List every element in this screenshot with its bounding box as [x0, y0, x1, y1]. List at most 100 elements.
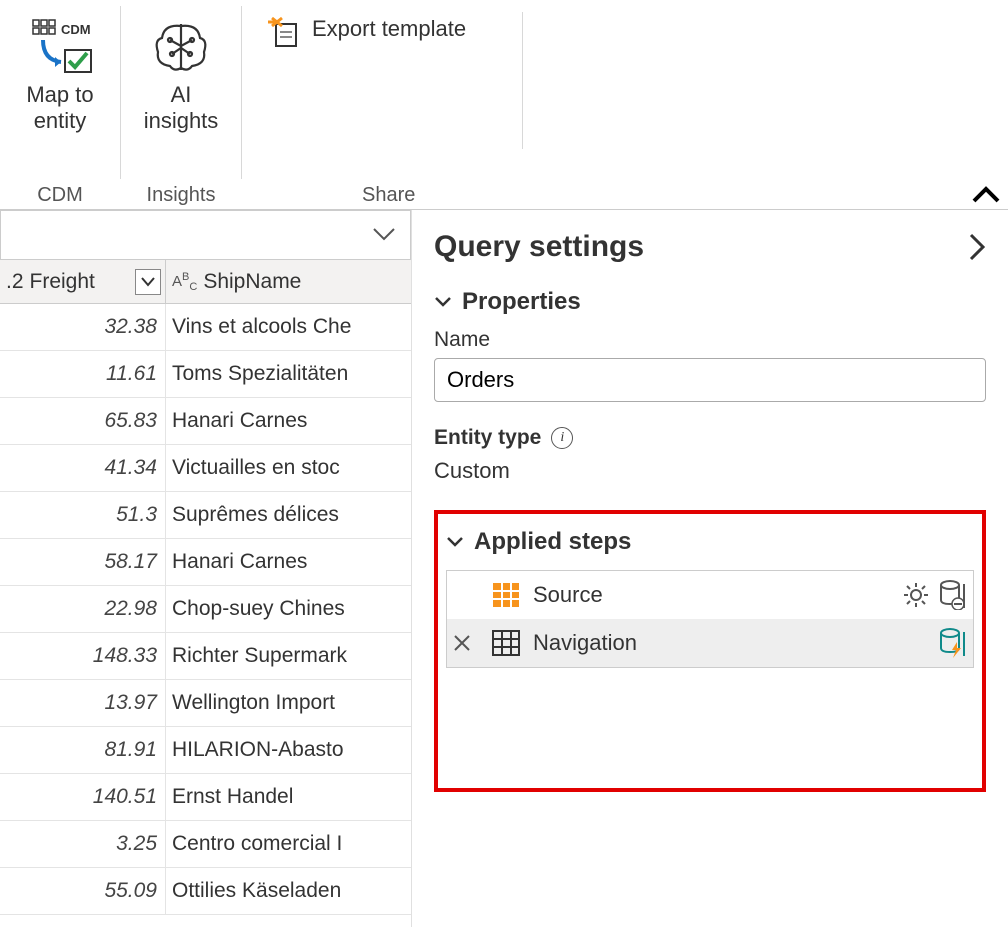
step-label: Source — [533, 582, 893, 608]
cell-shipname[interactable]: Richter Supermark — [166, 633, 411, 679]
cell-freight[interactable]: 3.25 — [0, 821, 166, 867]
entity-type-value: Custom — [434, 458, 986, 484]
ribbon-group-cdm: CDM Map to entity CDM — [0, 0, 120, 209]
gear-icon[interactable] — [903, 582, 929, 608]
body: .2 Freight ABC ShipName 32.38Vins et alc… — [0, 210, 1008, 927]
table-row[interactable]: 3.25Centro comercial I — [0, 821, 411, 868]
map-to-entity-button[interactable]: CDM Map to entity — [10, 6, 110, 137]
info-icon[interactable]: i — [551, 427, 573, 449]
cell-freight[interactable]: 148.33 — [0, 633, 166, 679]
table-row[interactable]: 81.91HILARION-Abasto — [0, 727, 411, 774]
cdm-icon: CDM — [26, 8, 94, 76]
table-row[interactable]: 51.3Suprêmes délices — [0, 492, 411, 539]
query-settings-pane: Query settings Properties Name Entity ty… — [412, 210, 1008, 927]
applied-steps-header[interactable]: Applied steps — [446, 528, 974, 556]
chevron-down-icon — [434, 296, 452, 308]
entity-type-label: Entity type — [434, 426, 541, 450]
cell-freight[interactable]: 58.17 — [0, 539, 166, 585]
step-label: Navigation — [533, 630, 929, 656]
cell-shipname[interactable]: Hanari Carnes — [166, 539, 411, 585]
cell-shipname[interactable]: Wellington Import — [166, 680, 411, 726]
delete-step-icon[interactable] — [453, 634, 479, 652]
cell-freight[interactable]: 41.34 — [0, 445, 166, 491]
column-header-shipname[interactable]: ABC ShipName — [166, 260, 411, 303]
cell-freight[interactable]: 65.83 — [0, 398, 166, 444]
table-row[interactable]: 140.51Ernst Handel — [0, 774, 411, 821]
table-row[interactable]: 58.17Hanari Carnes — [0, 539, 411, 586]
grid-body[interactable]: 32.38Vins et alcools Che11.61Toms Spezia… — [0, 304, 411, 927]
chevron-down-icon[interactable] — [372, 227, 396, 243]
query-name-input[interactable] — [434, 358, 986, 402]
cell-shipname[interactable]: Toms Spezialitäten — [166, 351, 411, 397]
ribbon-group-label-cdm: CDM — [0, 184, 120, 207]
cell-shipname[interactable]: Suprêmes délices — [166, 492, 411, 538]
brain-icon — [147, 8, 215, 76]
column-header-freight[interactable]: .2 Freight — [0, 260, 166, 303]
col-shipname-label: ShipName — [203, 270, 301, 294]
type-text-icon: ABC — [172, 271, 197, 293]
ribbon-group-share: Export template Share — [242, 0, 1008, 209]
svg-text:CDM: CDM — [61, 22, 91, 37]
ribbon: CDM Map to entity CDM — [0, 0, 1008, 210]
col-freight-prefix: .2 — [6, 270, 24, 294]
table-row[interactable]: 13.97Wellington Import — [0, 680, 411, 727]
cell-freight[interactable]: 11.61 — [0, 351, 166, 397]
export-template-button[interactable]: Export template — [252, 6, 482, 58]
table-row[interactable]: 32.38Vins et alcools Che — [0, 304, 411, 351]
cell-shipname[interactable]: Vins et alcools Che — [166, 304, 411, 350]
map-to-entity-label: Map to entity — [26, 82, 93, 135]
cell-freight[interactable]: 51.3 — [0, 492, 166, 538]
cell-freight[interactable]: 13.97 — [0, 680, 166, 726]
data-grid: .2 Freight ABC ShipName 32.38Vins et alc… — [0, 260, 411, 927]
ribbon-separator — [522, 12, 523, 149]
cell-shipname[interactable]: Chop-suey Chines — [166, 586, 411, 632]
name-label: Name — [434, 328, 986, 352]
applied-step-row[interactable]: Source — [447, 571, 973, 619]
table-row[interactable]: 55.09Ottilies Käseladen — [0, 868, 411, 915]
grid-header: .2 Freight ABC ShipName — [0, 260, 411, 304]
export-template-icon — [268, 16, 300, 48]
properties-label: Properties — [462, 288, 581, 316]
export-template-label: Export template — [312, 16, 466, 42]
properties-section-header[interactable]: Properties — [434, 288, 986, 316]
applied-steps-highlight: Applied steps Source Navigation — [434, 510, 986, 792]
ribbon-group-label-insights: Insights — [121, 184, 241, 207]
table-icon — [489, 630, 523, 656]
cell-shipname[interactable]: HILARION-Abasto — [166, 727, 411, 773]
database-minus-icon[interactable] — [939, 580, 965, 610]
cell-shipname[interactable]: Ottilies Käseladen — [166, 868, 411, 914]
applied-steps-list: Source Navigation — [446, 570, 974, 668]
col-freight-label: Freight — [30, 270, 95, 294]
cell-shipname[interactable]: Ernst Handel — [166, 774, 411, 820]
chevron-right-icon[interactable] — [968, 233, 986, 261]
cell-freight[interactable]: 32.38 — [0, 304, 166, 350]
cell-shipname[interactable]: Centro comercial I — [166, 821, 411, 867]
ribbon-group-label-share: Share — [362, 184, 415, 207]
collapse-ribbon-icon[interactable] — [972, 185, 1000, 205]
formula-bar[interactable] — [0, 210, 411, 260]
query-settings-title: Query settings — [434, 230, 644, 264]
step-actions — [903, 580, 965, 610]
table-row[interactable]: 22.98Chop-suey Chines — [0, 586, 411, 633]
applied-step-row[interactable]: Navigation — [447, 619, 973, 667]
cell-freight[interactable]: 140.51 — [0, 774, 166, 820]
cell-freight[interactable]: 55.09 — [0, 868, 166, 914]
table-row[interactable]: 65.83Hanari Carnes — [0, 398, 411, 445]
applied-steps-label: Applied steps — [474, 528, 631, 556]
database-bolt-icon[interactable] — [939, 628, 965, 658]
cell-shipname[interactable]: Hanari Carnes — [166, 398, 411, 444]
table-orange-icon — [489, 582, 523, 608]
table-row[interactable]: 41.34Victuailles en stoc — [0, 445, 411, 492]
ai-insights-label: AI insights — [144, 82, 219, 135]
table-row[interactable]: 148.33Richter Supermark — [0, 633, 411, 680]
chevron-down-icon — [446, 536, 464, 548]
ribbon-group-insights: AI insights Insights — [121, 0, 241, 209]
column-filter-button[interactable] — [135, 269, 161, 295]
ai-insights-button[interactable]: AI insights — [131, 6, 231, 137]
cell-freight[interactable]: 22.98 — [0, 586, 166, 632]
cell-freight[interactable]: 81.91 — [0, 727, 166, 773]
entity-type-row: Entity type i — [434, 426, 986, 450]
cell-shipname[interactable]: Victuailles en stoc — [166, 445, 411, 491]
left-pane: .2 Freight ABC ShipName 32.38Vins et alc… — [0, 210, 412, 927]
table-row[interactable]: 11.61Toms Spezialitäten — [0, 351, 411, 398]
